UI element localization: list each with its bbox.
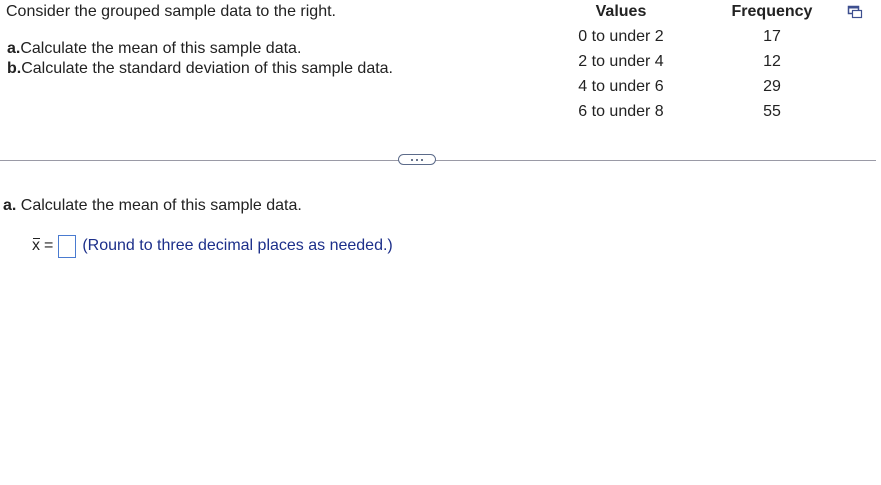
more-dot: [416, 158, 418, 161]
mean-answer-input[interactable]: [58, 234, 77, 258]
part-b-marker: b.: [7, 60, 22, 77]
copy-icon[interactable]: [847, 5, 863, 19]
part-a-marker: a.: [7, 40, 21, 57]
more-dots-icon: [411, 158, 413, 161]
page: Consider the grouped sample data to the …: [0, 0, 881, 485]
column-header-frequency: Frequency: [731, 3, 813, 20]
table-row: 2 to under 4 12: [560, 49, 862, 74]
part-a-text: Calculate the mean of this sample data.: [20, 40, 302, 57]
question-part-a: a. Calculate the mean of this sample dat…: [3, 196, 302, 216]
problem-intro: Consider the grouped sample data to the …: [6, 3, 336, 20]
x-bar-symbol: x: [32, 237, 40, 254]
cell-frequency: 17: [763, 27, 781, 45]
cell-values: 0 to under 2: [578, 27, 664, 45]
part-b-text: Calculate the standard deviation of this…: [21, 60, 393, 77]
answer-line: x = (Round to three decimal places as ne…: [32, 233, 393, 259]
table-header-row: Values Frequency: [560, 2, 862, 24]
table-row: 6 to under 8 55: [560, 99, 862, 124]
column-header-values: Values: [595, 3, 647, 20]
cell-frequency: 55: [763, 102, 781, 120]
cell-values: 2 to under 4: [578, 52, 664, 70]
table-row: 0 to under 2 17: [560, 24, 862, 49]
question-marker: a.: [3, 197, 17, 214]
part-b: b.Calculate the standard deviation of th…: [7, 59, 393, 79]
grouped-data-table: Values Frequency 0 to under 2 17 2 to un…: [560, 2, 862, 124]
more-dot: [421, 158, 423, 161]
cell-values: 4 to under 6: [578, 77, 664, 95]
rounding-hint: (Round to three decimal places as needed…: [82, 237, 393, 254]
expand-more-button[interactable]: [398, 154, 436, 165]
part-a: a.Calculate the mean of this sample data…: [7, 39, 393, 59]
question-text: Calculate the mean of this sample data.: [20, 197, 302, 214]
cell-frequency: 29: [763, 77, 781, 95]
cell-frequency: 12: [763, 52, 781, 70]
table-row: 4 to under 6 29: [560, 74, 862, 99]
cell-values: 6 to under 8: [578, 102, 664, 120]
problem-parts: a.Calculate the mean of this sample data…: [7, 39, 393, 79]
section-divider: [0, 160, 876, 161]
equals-sign: =: [44, 237, 54, 254]
